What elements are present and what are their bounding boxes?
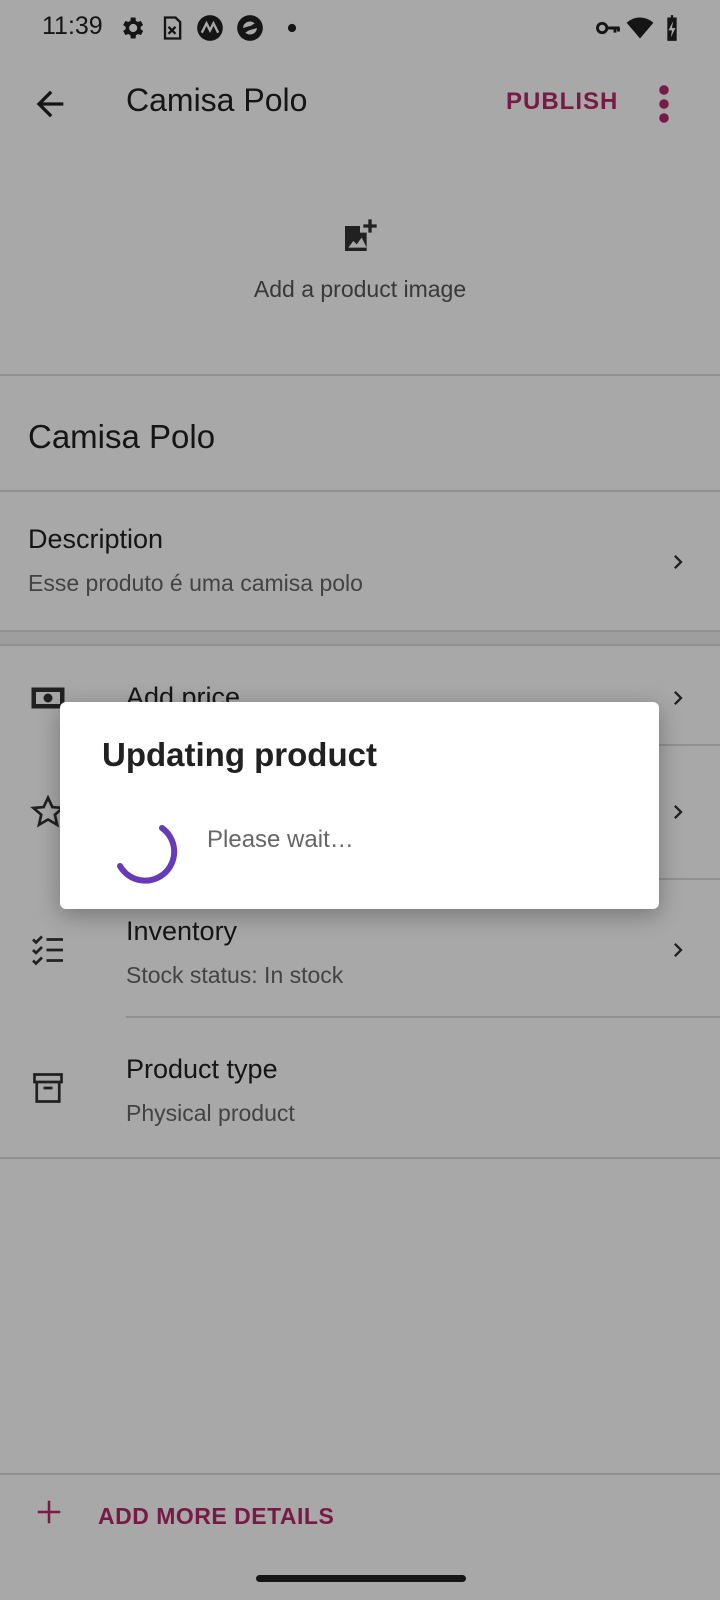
dialog-title: Updating product: [102, 736, 377, 773]
dialog-message: Please wait…: [207, 826, 354, 853]
screen: 11:39 Camisa Polo PUBLISH Add a product …: [0, 0, 720, 1600]
progress-spinner-icon: [117, 825, 178, 884]
updating-product-dialog: Updating product Please wait…: [60, 702, 659, 909]
